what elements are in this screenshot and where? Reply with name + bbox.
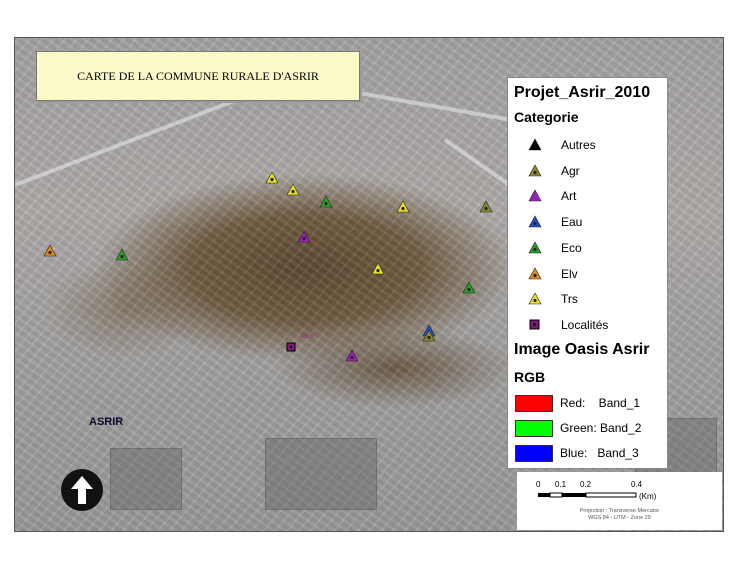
projection-line-2: WGS 84 - UTM - Zone 29 xyxy=(588,515,651,521)
triangle-marker-icon xyxy=(528,241,542,255)
legend-item-localités: Localités xyxy=(528,316,608,334)
legend-item-art: Art xyxy=(528,187,576,205)
map-title: CARTE DE LA COMMUNE RURALE D'ASRIR xyxy=(36,51,360,101)
legend-title: Projet_Asrir_2010 xyxy=(514,84,651,101)
band-swatch xyxy=(515,419,553,437)
band-label: Green: Band_2 xyxy=(560,421,642,435)
triangle-marker-icon xyxy=(528,164,542,178)
legend-item-autres: Autres xyxy=(528,136,596,154)
band-item-0: Red: Band_1 xyxy=(515,394,640,412)
legend-item-eco: Eco xyxy=(528,239,582,257)
legend-item-label: Elv xyxy=(561,266,578,281)
legend-item-label: Trs xyxy=(561,292,578,307)
band-label: Red: Band_1 xyxy=(560,396,641,410)
projection-line-1: Projection : Transverse Mercator xyxy=(579,508,660,514)
legend: Projet_Asrir_2010 Categorie Autres Agr Art… xyxy=(507,77,668,469)
north-arrow-icon xyxy=(61,469,103,511)
legend-subtitle: Categorie xyxy=(514,109,579,125)
legend-item-label: Localités xyxy=(561,317,609,332)
square-marker-icon xyxy=(528,318,542,332)
legend-item-label: Eco xyxy=(561,240,582,255)
legend-item-agr: Agr xyxy=(528,162,580,180)
legend-item-label: Agr xyxy=(561,163,580,178)
band-swatch xyxy=(515,444,553,462)
legend-item-trs: Trs xyxy=(528,290,578,308)
legend-item-label: Eau xyxy=(561,215,583,230)
triangle-marker-icon xyxy=(528,215,542,229)
band-label: Blue: Band_3 xyxy=(560,446,639,460)
image-legend-title: Image Oasis Asrir xyxy=(514,341,650,358)
field xyxy=(110,448,182,510)
field xyxy=(265,438,377,510)
triangle-marker-icon xyxy=(528,292,542,306)
legend-item-label: Autres xyxy=(561,138,596,152)
triangle-marker-icon xyxy=(528,189,542,203)
legend-item-label: Art xyxy=(561,189,577,204)
legend-item-elv: Elv xyxy=(528,265,578,283)
legend-item-eau: Eau xyxy=(528,213,582,231)
locality-label: Asrir xyxy=(300,333,315,340)
scale-bar: 0 0.1 0.2 0.4 (Km) Projection : Transver… xyxy=(517,472,722,530)
place-label: ASRIR xyxy=(89,416,124,428)
band-item-2: Blue: Band_3 xyxy=(515,444,639,462)
image-legend-subtitle: RGB xyxy=(514,369,546,385)
triangle-marker-icon xyxy=(528,266,542,281)
scale-unit: (Km) xyxy=(639,492,657,501)
triangle-marker-icon xyxy=(528,138,542,152)
north-arrow-glyph xyxy=(71,476,93,504)
band-item-1: Green: Band_2 xyxy=(515,419,641,437)
band-swatch xyxy=(515,394,553,412)
